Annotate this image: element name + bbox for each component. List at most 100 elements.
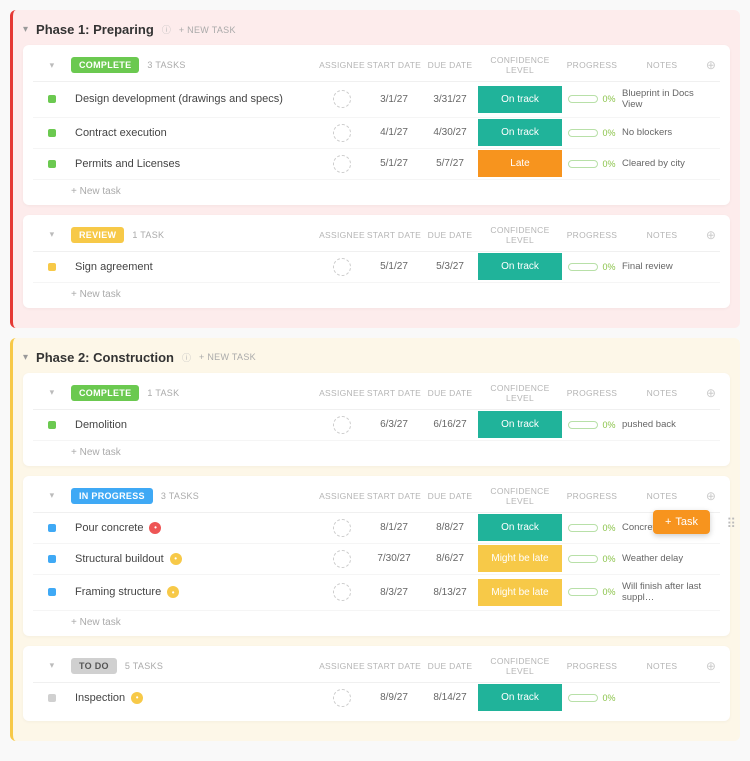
due-date[interactable]: 8/6/27	[422, 553, 478, 564]
notes-cell[interactable]: Will finish after last suppl…	[622, 581, 702, 604]
assignee-avatar-icon[interactable]	[333, 689, 351, 707]
confidence-badge[interactable]: Late	[478, 150, 562, 177]
status-dot-icon[interactable]	[48, 160, 56, 168]
confidence-badge[interactable]: On track	[478, 684, 562, 711]
collapse-icon[interactable]: ▾	[33, 660, 71, 671]
column-header-start-date[interactable]: START DATE	[366, 230, 422, 240]
notes-cell[interactable]: Cleared by city	[622, 158, 702, 169]
task-name[interactable]: Contract execution	[71, 127, 318, 139]
confidence-badge[interactable]: On track	[478, 514, 562, 541]
confidence-badge[interactable]: Might be late	[478, 545, 562, 572]
due-date[interactable]: 6/16/27	[422, 419, 478, 430]
status-pill[interactable]: TO DO	[71, 658, 117, 674]
notes-cell[interactable]: No blockers	[622, 127, 702, 138]
progress-cell[interactable]: 0%	[562, 554, 622, 564]
task-row[interactable]: Design development (drawings and specs) …	[33, 82, 720, 118]
collapse-icon[interactable]: ▾	[23, 24, 28, 35]
task-name[interactable]: Pour concrete •	[71, 522, 318, 534]
task-name[interactable]: Framing structure •	[71, 586, 318, 598]
task-row[interactable]: Structural buildout • 7/30/27 8/6/27 Mig…	[33, 544, 720, 575]
progress-cell[interactable]: 0%	[562, 159, 622, 169]
new-task-row[interactable]: + New task	[33, 283, 720, 300]
column-header-notes[interactable]: NOTES	[622, 230, 702, 240]
start-date[interactable]: 5/1/27	[366, 158, 422, 169]
column-header-assignee[interactable]: ASSIGNEE	[318, 230, 366, 240]
task-name[interactable]: Demolition	[71, 419, 318, 431]
status-pill[interactable]: IN PROGRESS	[71, 488, 153, 504]
notes-cell[interactable]: Blueprint in Docs View	[622, 88, 702, 111]
task-row[interactable]: Framing structure • 8/3/27 8/13/27 Might…	[33, 575, 720, 611]
task-row[interactable]: Sign agreement 5/1/27 5/3/27 On track 0%…	[33, 252, 720, 283]
column-header-notes[interactable]: NOTES	[622, 388, 702, 398]
progress-cell[interactable]: 0%	[562, 587, 622, 597]
assignee-avatar-icon[interactable]	[333, 519, 351, 537]
task-row[interactable]: Pour concrete • 8/1/27 8/8/27 On track 0…	[33, 513, 720, 544]
column-header-notes[interactable]: NOTES	[622, 661, 702, 671]
task-name[interactable]: Inspection •	[71, 692, 318, 704]
notes-cell[interactable]: Final review	[622, 261, 702, 272]
add-column-icon[interactable]: ⊕	[702, 489, 720, 503]
column-header-progress[interactable]: PROGRESS	[562, 60, 622, 70]
info-icon[interactable]: ⓘ	[182, 351, 191, 364]
column-header-start-date[interactable]: START DATE	[366, 491, 422, 501]
due-date[interactable]: 8/13/27	[422, 587, 478, 598]
column-header-progress[interactable]: PROGRESS	[562, 230, 622, 240]
task-row[interactable]: Contract execution 4/1/27 4/30/27 On tra…	[33, 118, 720, 149]
column-header-confidence[interactable]: CONFIDENCE LEVEL	[478, 486, 562, 506]
status-pill[interactable]: REVIEW	[71, 227, 124, 243]
column-header-due-date[interactable]: DUE DATE	[422, 661, 478, 671]
add-column-icon[interactable]: ⊕	[702, 659, 720, 673]
new-task-row[interactable]: + New task	[33, 180, 720, 197]
collapse-icon[interactable]: ▾	[23, 352, 28, 363]
notes-cell[interactable]: pushed back	[622, 419, 702, 430]
new-task-fab[interactable]: + Task	[653, 510, 710, 534]
start-date[interactable]: 4/1/27	[366, 127, 422, 138]
assignee-avatar-icon[interactable]	[333, 124, 351, 142]
due-date[interactable]: 8/14/27	[422, 692, 478, 703]
column-header-assignee[interactable]: ASSIGNEE	[318, 661, 366, 671]
add-column-icon[interactable]: ⊕	[702, 386, 720, 400]
start-date[interactable]: 8/3/27	[366, 587, 422, 598]
task-row[interactable]: Inspection • 8/9/27 8/14/27 On track 0%	[33, 683, 720, 713]
column-header-start-date[interactable]: START DATE	[366, 60, 422, 70]
due-date[interactable]: 5/3/27	[422, 261, 478, 272]
column-header-notes[interactable]: NOTES	[622, 60, 702, 70]
progress-cell[interactable]: 0%	[562, 523, 622, 533]
progress-cell[interactable]: 0%	[562, 693, 622, 703]
task-name[interactable]: Permits and Licenses	[71, 158, 318, 170]
column-header-progress[interactable]: PROGRESS	[562, 491, 622, 501]
column-header-assignee[interactable]: ASSIGNEE	[318, 491, 366, 501]
confidence-badge[interactable]: Might be late	[478, 579, 562, 606]
status-dot-icon[interactable]	[48, 555, 56, 563]
collapse-icon[interactable]: ▾	[33, 229, 71, 240]
column-header-due-date[interactable]: DUE DATE	[422, 491, 478, 501]
column-header-confidence[interactable]: CONFIDENCE LEVEL	[478, 656, 562, 676]
assignee-avatar-icon[interactable]	[333, 416, 351, 434]
column-header-confidence[interactable]: CONFIDENCE LEVEL	[478, 383, 562, 403]
due-date[interactable]: 8/8/27	[422, 522, 478, 533]
start-date[interactable]: 8/1/27	[366, 522, 422, 533]
collapse-icon[interactable]: ▾	[33, 490, 71, 501]
assignee-avatar-icon[interactable]	[333, 550, 351, 568]
assignee-avatar-icon[interactable]	[333, 155, 351, 173]
column-header-confidence[interactable]: CONFIDENCE LEVEL	[478, 55, 562, 75]
progress-cell[interactable]: 0%	[562, 128, 622, 138]
status-dot-icon[interactable]	[48, 524, 56, 532]
new-task-button[interactable]: + NEW TASK	[179, 25, 236, 35]
task-row[interactable]: Demolition 6/3/27 6/16/27 On track 0% pu…	[33, 410, 720, 441]
status-dot-icon[interactable]	[48, 421, 56, 429]
due-date[interactable]: 5/7/27	[422, 158, 478, 169]
new-task-row[interactable]: + New task	[33, 611, 720, 628]
status-dot-icon[interactable]	[48, 694, 56, 702]
notes-cell[interactable]: Weather delay	[622, 553, 702, 564]
start-date[interactable]: 8/9/27	[366, 692, 422, 703]
info-icon[interactable]: ⓘ	[162, 23, 171, 36]
column-header-due-date[interactable]: DUE DATE	[422, 230, 478, 240]
due-date[interactable]: 3/31/27	[422, 94, 478, 105]
collapse-icon[interactable]: ▾	[33, 387, 71, 398]
status-dot-icon[interactable]	[48, 95, 56, 103]
column-header-start-date[interactable]: START DATE	[366, 661, 422, 671]
status-dot-icon[interactable]	[48, 263, 56, 271]
progress-cell[interactable]: 0%	[562, 262, 622, 272]
add-column-icon[interactable]: ⊕	[702, 228, 720, 242]
